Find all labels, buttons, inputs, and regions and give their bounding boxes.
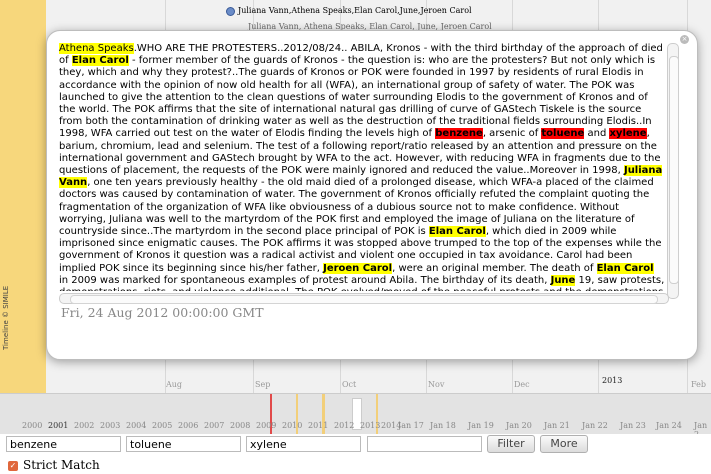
- month-label: Aug: [166, 380, 183, 389]
- filter-input-1[interactable]: [6, 436, 121, 452]
- article-text-segment: and: [584, 128, 610, 140]
- year-axis: 2000 2001 2002 2003 2004 2005 2006 2007 …: [0, 421, 711, 434]
- vertical-scrollbar[interactable]: [667, 43, 679, 299]
- month-label: Oct: [342, 380, 357, 389]
- strict-match-toggle[interactable]: ✓ Strict Match: [8, 458, 100, 472]
- highlight-person: Elan Carol: [596, 262, 654, 274]
- timeline-credit: Timeline © SIMILE: [2, 285, 10, 350]
- article-text: Athena Speaks.WHO ARE THE PROTESTERS..20…: [59, 43, 665, 291]
- year-label: Jan 17: [398, 421, 424, 430]
- event-popup: × Athena Speaks.WHO ARE THE PROTESTERS..…: [46, 30, 698, 360]
- highlight-person: Elan Carol: [428, 226, 486, 238]
- close-icon[interactable]: ×: [680, 35, 689, 44]
- article-text-segment: - former member of the guards of Kronos …: [59, 55, 656, 140]
- scrollbar-thumb[interactable]: [669, 56, 679, 284]
- year-label: Jan 22: [582, 421, 608, 430]
- more-button[interactable]: More: [540, 435, 588, 453]
- timeline-event[interactable]: Juliana Vann,Athena Speaks,Elan Carol,Ju…: [226, 6, 472, 16]
- year-label: 2004: [126, 421, 147, 430]
- year-label: 2011: [308, 421, 329, 430]
- year-label: Jan 18: [430, 421, 456, 430]
- month-axis: Aug Sep Oct Nov Dec 2013 Feb: [46, 372, 711, 393]
- article-text-segment: , were an original member. The death of: [392, 262, 597, 274]
- year-label: 2002: [74, 421, 95, 430]
- horizontal-scrollbar[interactable]: [59, 293, 669, 304]
- highlight-source: Athena Speaks: [59, 43, 134, 54]
- year-label: Jan 21: [544, 421, 570, 430]
- article-text-segment: in 2009 was marked for spontaneous examp…: [59, 274, 551, 286]
- year-label: 2008: [230, 421, 251, 430]
- filter-input-4[interactable]: [367, 436, 482, 452]
- year-label: 2009: [256, 421, 277, 430]
- overview-band[interactable]: 2000 2001 2002 2003 2004 2005 2006 2007 …: [0, 393, 711, 434]
- year-label: 2000: [22, 421, 43, 430]
- month-label: Feb: [691, 380, 706, 389]
- month-label: Sep: [255, 380, 271, 389]
- filter-input-3[interactable]: [246, 436, 361, 452]
- article-text-segment: , arsenic of: [482, 128, 542, 140]
- month-label: Nov: [428, 380, 445, 389]
- year-label: 2006: [178, 421, 199, 430]
- highlight-person: June: [550, 274, 576, 286]
- strict-match-label: Strict Match: [23, 458, 100, 472]
- year-label: 2005: [152, 421, 173, 430]
- filter-button[interactable]: Filter: [487, 435, 535, 453]
- event-date: Fri, 24 Aug 2012 00:00:00 GMT: [61, 305, 264, 320]
- highlight-person: Elan Carol: [71, 55, 129, 67]
- highlight-chemical: benzene: [435, 128, 483, 140]
- year-label: Jan 20: [506, 421, 532, 430]
- filter-input-2[interactable]: [126, 436, 241, 452]
- year-label: 2001: [48, 421, 69, 430]
- year-label: 2013: [360, 421, 381, 430]
- event-label: Juliana Vann,Athena Speaks,Elan Carol,Ju…: [238, 6, 472, 15]
- filter-controls: Filter More ✓ Strict Match: [0, 434, 711, 474]
- year-label: 2010: [282, 421, 303, 430]
- year-label: 2012: [334, 421, 355, 430]
- scrollbar-thumb[interactable]: [70, 295, 658, 304]
- month-label: 2013: [602, 376, 623, 385]
- year-label: Jan 24: [656, 421, 682, 430]
- year-label: Jan 19: [468, 421, 494, 430]
- year-label: Jan 23: [620, 421, 646, 430]
- year-label: Jan 2: [694, 421, 708, 434]
- highlight-person: Jeroen Carol: [323, 262, 393, 274]
- highlight-chemical: xylene: [609, 128, 647, 140]
- event-dot-icon: [226, 6, 235, 16]
- highlight-chemical: toluene: [541, 128, 585, 140]
- month-label: Dec: [514, 380, 530, 389]
- year-label: 2003: [100, 421, 121, 430]
- checkbox-checked-icon[interactable]: ✓: [8, 460, 18, 471]
- year-label: 2007: [204, 421, 225, 430]
